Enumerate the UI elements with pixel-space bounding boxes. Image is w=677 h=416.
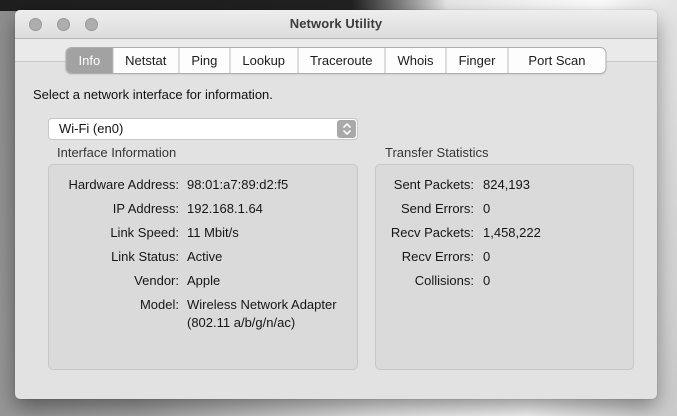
network-utility-window: Network Utility Info Netstat Ping Lookup… [15,10,657,399]
row-value: 824,193 [483,176,623,194]
desktop-background: Network Utility Info Netstat Ping Lookup… [0,0,677,416]
row-label: Vendor: [49,272,179,290]
interface-info-title: Interface Information [57,145,176,160]
interface-select[interactable]: Wi-Fi (en0) [48,118,358,140]
row-value: Wireless Network Adapter (802.11 a/b/g/n… [187,296,347,332]
info-row-vendor: Vendor: Apple [49,272,347,290]
tab-port-scan[interactable]: Port Scan [508,48,605,73]
info-row-link-status: Link Status: Active [49,248,347,266]
tab-finger[interactable]: Finger [447,48,509,73]
stats-row-send-errors: Send Errors: 0 [376,200,623,218]
row-value: 192.168.1.64 [187,200,347,218]
tab-lookup[interactable]: Lookup [230,48,298,73]
transfer-stats-title: Transfer Statistics [385,145,489,160]
stats-row-collisions: Collisions: 0 [376,272,623,290]
row-label: Model: [49,296,179,332]
title-bar[interactable]: Network Utility [15,10,657,39]
transfer-stats-box: Sent Packets: 824,193 Send Errors: 0 Rec… [375,164,634,370]
row-value: 98:01:a7:89:d2:f5 [187,176,347,194]
tab-info[interactable]: Info [66,48,113,73]
row-label: Link Speed: [49,224,179,242]
row-label: Sent Packets: [376,176,474,194]
mode-tabs: Info Netstat Ping Lookup Traceroute Whoi… [65,47,606,74]
interface-prompt-label: Select a network interface for informati… [33,87,273,102]
tab-whois[interactable]: Whois [385,48,446,73]
up-down-chevrons-icon [342,122,352,136]
stats-row-sent-packets: Sent Packets: 824,193 [376,176,623,194]
row-label: Recv Errors: [376,248,474,266]
window-title: Network Utility [15,10,657,38]
row-value: 1,458,222 [483,224,623,242]
tab-traceroute[interactable]: Traceroute [298,48,385,73]
interface-info-box: Hardware Address: 98:01:a7:89:d2:f5 IP A… [48,164,358,370]
row-label: Hardware Address: [49,176,179,194]
info-row-model: Model: Wireless Network Adapter (802.11 … [49,296,347,332]
row-value: Apple [187,272,347,290]
interface-select-value: Wi-Fi (en0) [59,121,123,136]
row-value: Active [187,248,347,266]
row-label: Link Status: [49,248,179,266]
row-value: 0 [483,272,623,290]
transfer-stats-rows: Sent Packets: 824,193 Send Errors: 0 Rec… [376,165,633,290]
row-value: 11 Mbit/s [187,224,347,242]
stats-row-recv-errors: Recv Errors: 0 [376,248,623,266]
info-row-ip-address: IP Address: 192.168.1.64 [49,200,347,218]
popup-stepper [337,120,356,138]
info-row-hardware-address: Hardware Address: 98:01:a7:89:d2:f5 [49,176,347,194]
row-value: 0 [483,248,623,266]
row-value: 0 [483,200,623,218]
interface-info-rows: Hardware Address: 98:01:a7:89:d2:f5 IP A… [49,165,357,332]
row-label: Collisions: [376,272,474,290]
stats-row-recv-packets: Recv Packets: 1,458,222 [376,224,623,242]
row-label: Send Errors: [376,200,474,218]
tab-ping[interactable]: Ping [179,48,230,73]
row-label: IP Address: [49,200,179,218]
info-row-link-speed: Link Speed: 11 Mbit/s [49,224,347,242]
tab-netstat[interactable]: Netstat [113,48,179,73]
row-label: Recv Packets: [376,224,474,242]
